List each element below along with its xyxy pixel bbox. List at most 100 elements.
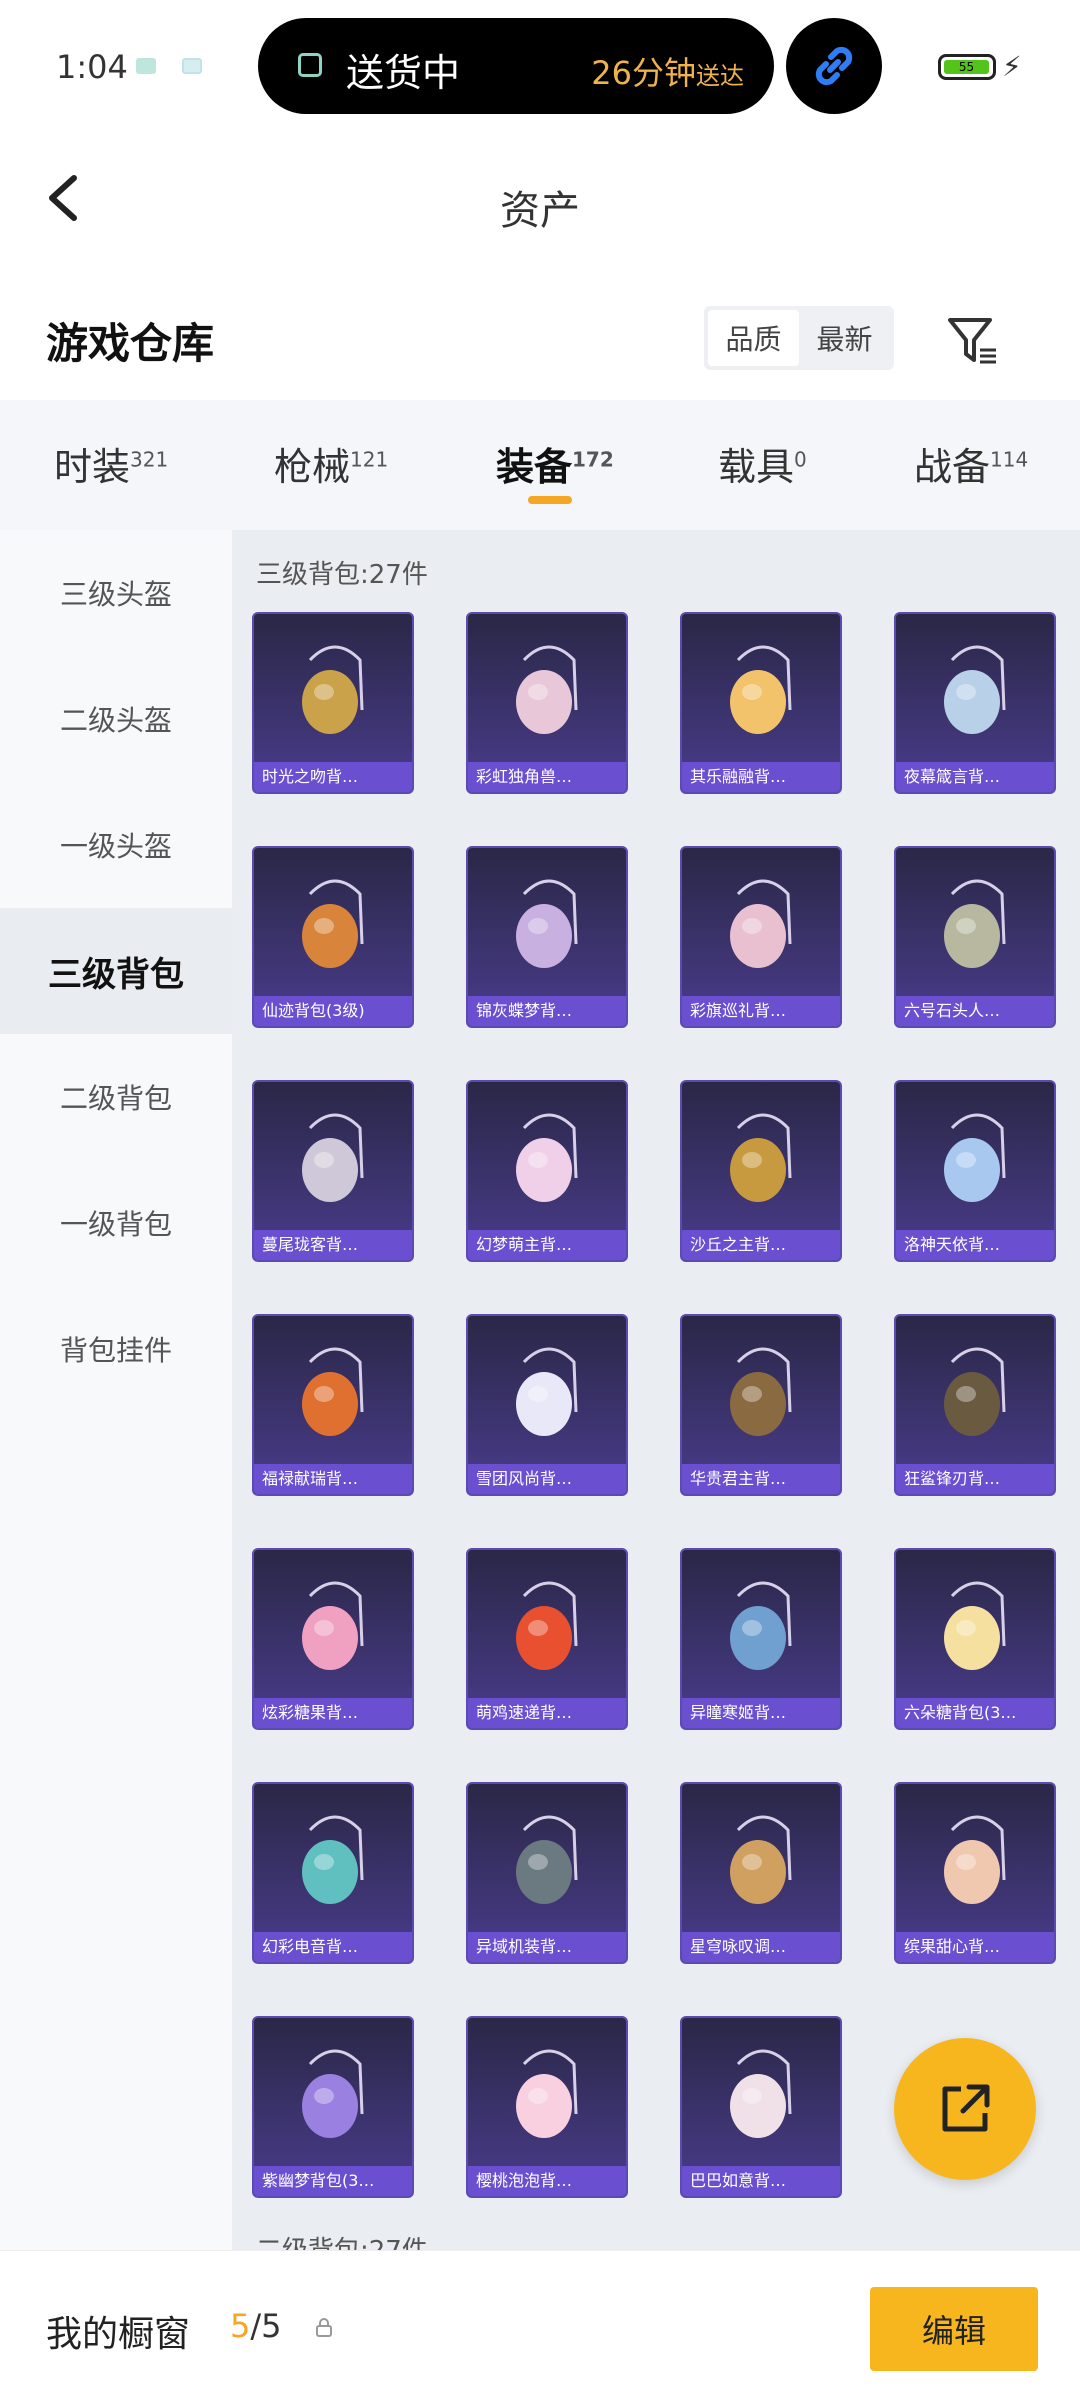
item-card[interactable]: 洛神天依背… (894, 1080, 1056, 1262)
delivery-status: 送货中 (346, 51, 461, 95)
link-icon[interactable] (786, 18, 882, 114)
item-name: 幻彩电音背… (254, 1932, 412, 1962)
delivery-eta: 26分钟送达 (591, 54, 744, 92)
shark-backpack-icon (932, 1342, 1022, 1450)
item-name: 华贵君主背… (682, 1464, 840, 1494)
item-name: 异瞳寒姬背… (682, 1698, 840, 1728)
status-bar: 1:04 送货中 26分钟送达 55 ⚡ (0, 0, 1080, 130)
sort-toggle: 品质 最新 (704, 306, 894, 370)
crystal-backpack-icon (932, 1108, 1022, 1216)
item-grid: 三级背包:27件 时光之吻背… 彩虹独角兽… 其乐融融背… 夜幕箴言背… 仙迹背包(3级… (232, 530, 1080, 2250)
item-name: 洛神天依背… (896, 1230, 1054, 1260)
item-name: 彩虹独角兽… (468, 762, 626, 792)
item-name: 锦灰蝶梦背… (468, 996, 626, 1026)
rabbit-backpack-icon (290, 1342, 380, 1450)
item-name: 时光之吻背… (254, 762, 412, 792)
donut-backpack-icon (290, 1576, 380, 1684)
sidebar-item-level3-backpack[interactable]: 三级背包 (0, 908, 232, 1034)
sidebar-item-backpack-charm[interactable]: 背包挂件 (0, 1286, 232, 1412)
item-card[interactable]: 时光之吻背… (252, 612, 414, 794)
item-card[interactable]: 彩虹独角兽… (466, 612, 628, 794)
item-card[interactable]: 其乐融融背… (680, 612, 842, 794)
doll-backpack-icon (932, 1810, 1022, 1918)
item-card[interactable]: 樱桃泡泡背… (466, 2016, 628, 2198)
shield-backpack-icon (718, 1342, 808, 1450)
active-tab-indicator (528, 496, 572, 504)
item-card[interactable]: 幻梦萌主背… (466, 1080, 628, 1262)
cupcake-backpack-icon (718, 640, 808, 748)
battery-icon: 55 (938, 54, 996, 80)
tab-supplies[interactable]: 战备114 (914, 436, 1028, 491)
item-name: 狂鲨锋刃背… (896, 1464, 1054, 1494)
item-card[interactable]: 六朵糖背包(3… (894, 1548, 1056, 1730)
page-header: 资产 (0, 130, 1080, 270)
locket-backpack-icon (290, 640, 380, 748)
item-name: 六朵糖背包(3… (896, 1698, 1054, 1728)
sidebar-item-level3-helmet[interactable]: 三级头盔 (0, 530, 232, 656)
item-card[interactable]: 炫彩糖果背… (252, 1548, 414, 1730)
tab-weapons[interactable]: 枪械121 (274, 436, 388, 491)
golem-backpack-icon (932, 874, 1022, 982)
item-card[interactable]: 幻彩电音背… (252, 1782, 414, 1964)
edit-button[interactable]: 编辑 (870, 2287, 1038, 2371)
item-name: 福禄献瑞背… (254, 1464, 412, 1494)
sort-quality-button[interactable]: 品质 (708, 310, 799, 366)
tab-vehicles[interactable]: 载具0 (718, 436, 807, 491)
item-card[interactable]: 仙迹背包(3级) (252, 846, 414, 1028)
share-icon (942, 2084, 990, 2132)
item-card[interactable]: 沙丘之主背… (680, 1080, 842, 1262)
butterfly-backpack-icon (504, 874, 594, 982)
item-card[interactable]: 紫幽梦背包(3… (252, 2016, 414, 2198)
item-name: 六号石头人… (896, 996, 1054, 1026)
item-card[interactable]: 异域机装背… (466, 1782, 628, 1964)
item-card[interactable]: 异瞳寒姬背… (680, 1548, 842, 1730)
showcase-label: 我的橱窗 (46, 2314, 191, 2355)
unicorn-backpack-icon (504, 640, 594, 748)
share-button[interactable] (894, 2038, 1036, 2180)
sidebar-item-level2-helmet[interactable]: 二级头盔 (0, 656, 232, 782)
battery-level: 55 (944, 60, 989, 74)
sheep-backpack-icon (932, 1576, 1022, 1684)
item-card[interactable]: 华贵君主背… (680, 1314, 842, 1496)
scroll-backpack-icon (718, 1108, 808, 1216)
mech-backpack-icon (504, 1810, 594, 1918)
item-name: 异域机装背… (468, 1932, 626, 1962)
sidebar-item-level1-backpack[interactable]: 一级背包 (0, 1160, 232, 1286)
item-card[interactable]: 缤果甜心背… (894, 1782, 1056, 1964)
lock-icon (316, 2318, 332, 2337)
jellyfish-backpack-icon (932, 640, 1022, 748)
item-card[interactable]: 蔓尾珑客背… (252, 1080, 414, 1262)
sort-newest-button[interactable]: 最新 (799, 310, 890, 366)
item-name: 仙迹背包(3级) (254, 996, 412, 1026)
sidebar-item-level1-helmet[interactable]: 一级头盔 (0, 782, 232, 908)
purse-backpack-icon (290, 1108, 380, 1216)
item-card[interactable]: 六号石头人… (894, 846, 1056, 1028)
filter-icon[interactable] (944, 312, 1000, 368)
cat-backpack-icon (718, 1576, 808, 1684)
dragon-backpack-icon (504, 1108, 594, 1216)
orb-backpack-icon (290, 2044, 380, 2152)
item-card[interactable]: 狂鲨锋刃背… (894, 1314, 1056, 1496)
item-card[interactable]: 星穹咏叹调… (680, 1782, 842, 1964)
item-card[interactable]: 巴巴如意背… (680, 2016, 842, 2198)
item-name: 幻梦萌主背… (468, 1230, 626, 1260)
item-card[interactable]: 夜幕箴言背… (894, 612, 1056, 794)
group-title: 三级背包:27件 (256, 560, 428, 590)
message-icon (182, 58, 202, 74)
item-name: 炫彩糖果背… (254, 1698, 412, 1728)
item-name: 蔓尾珑客背… (254, 1230, 412, 1260)
item-card[interactable]: 雪团风尚背… (466, 1314, 628, 1496)
tab-equipment[interactable]: 装备172 (496, 436, 614, 491)
item-name: 萌鸡速递背… (468, 1698, 626, 1728)
delivery-app-icon (298, 53, 322, 77)
item-name: 巴巴如意背… (682, 2166, 840, 2196)
item-name: 沙丘之主背… (682, 1230, 840, 1260)
snowman-backpack-icon (504, 1342, 594, 1450)
item-card[interactable]: 锦灰蝶梦背… (466, 846, 628, 1028)
delivery-island[interactable]: 送货中 26分钟送达 (258, 18, 774, 114)
item-card[interactable]: 福禄献瑞背… (252, 1314, 414, 1496)
sidebar-item-level2-backpack[interactable]: 二级背包 (0, 1034, 232, 1160)
tab-fashion[interactable]: 时装321 (54, 436, 168, 491)
item-card[interactable]: 彩旗巡礼背… (680, 846, 842, 1028)
item-card[interactable]: 萌鸡速递背… (466, 1548, 628, 1730)
